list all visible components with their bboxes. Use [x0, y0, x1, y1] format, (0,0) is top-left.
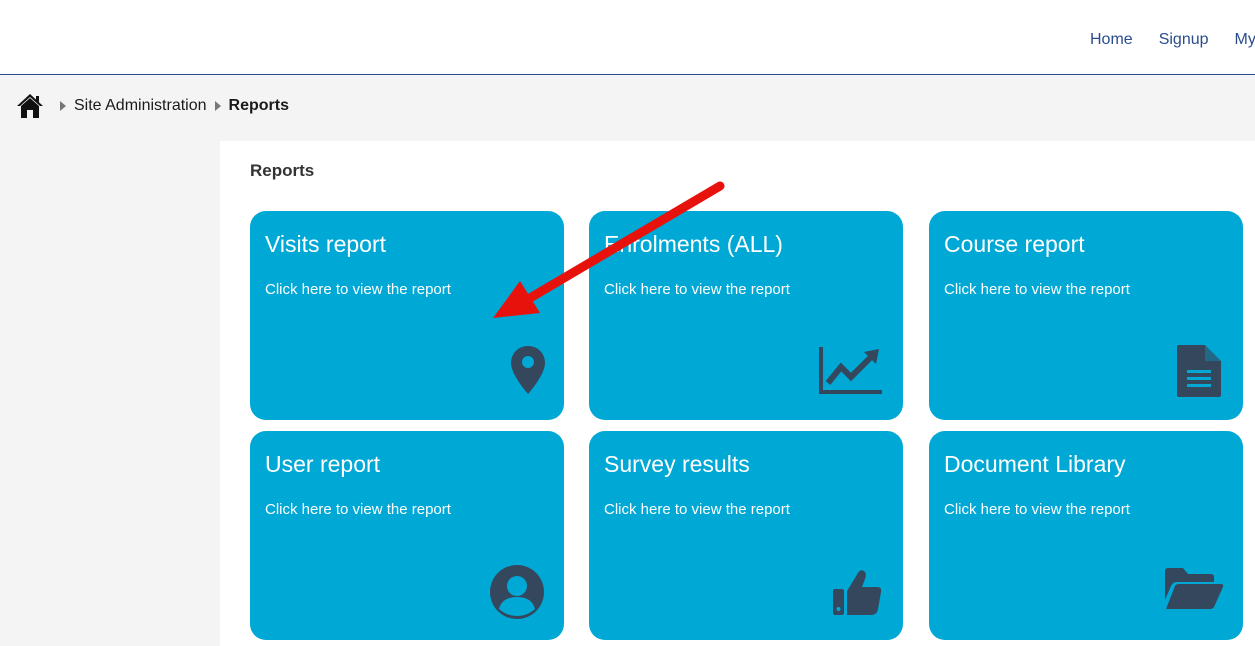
card-subtitle: Click here to view the report: [944, 281, 1130, 298]
card-subtitle: Click here to view the report: [604, 281, 790, 298]
card-subtitle: Click here to view the report: [265, 281, 451, 298]
home-icon[interactable]: [16, 93, 44, 119]
chevron-right-icon: [60, 101, 66, 111]
breadcrumb-bar: Site Administration Reports: [0, 75, 1255, 141]
user-circle-icon: [488, 563, 546, 626]
chevron-right-icon: [214, 101, 221, 111]
page-title: Reports: [250, 161, 315, 180]
left-sidebar: [0, 141, 220, 646]
card-title: Course report: [944, 231, 1085, 257]
card-visits-report[interactable]: Visits report Click here to view the rep…: [250, 211, 564, 420]
main-content: Reports Visits report Click here to view…: [220, 141, 1255, 646]
folder-open-icon: [1163, 565, 1225, 616]
nav-signup-link[interactable]: Signup: [1159, 31, 1209, 49]
card-title: Survey results: [604, 451, 750, 477]
breadcrumb-site-administration[interactable]: Site Administration: [74, 97, 207, 115]
breadcrumb-reports: Reports: [228, 97, 289, 114]
card-subtitle: Click here to view the report: [604, 501, 790, 518]
line-chart-icon: [819, 345, 883, 400]
card-title: Document Library: [944, 451, 1126, 477]
map-pin-icon: [510, 345, 546, 400]
card-title: Enrolments (ALL): [604, 231, 783, 257]
breadcrumb: Site Administration Reports: [16, 93, 289, 119]
card-title: Visits report: [265, 231, 387, 257]
top-header: Home Signup My: [0, 0, 1255, 75]
top-nav: Home Signup My: [1090, 31, 1255, 49]
document-icon: [1175, 343, 1223, 404]
card-subtitle: Click here to view the report: [944, 501, 1130, 518]
nav-my-link[interactable]: My: [1235, 31, 1255, 49]
card-document-library[interactable]: Document Library Click here to view the …: [929, 431, 1243, 640]
card-subtitle: Click here to view the report: [265, 501, 451, 518]
card-course-report[interactable]: Course report Click here to view the rep…: [929, 211, 1243, 420]
thumbs-up-icon: [831, 567, 883, 622]
card-user-report[interactable]: User report Click here to view the repor…: [250, 431, 564, 640]
card-survey-results[interactable]: Survey results Click here to view the re…: [589, 431, 903, 640]
nav-home-link[interactable]: Home: [1090, 31, 1133, 49]
card-title: User report: [265, 451, 381, 477]
card-enrolments-all[interactable]: Enrolments (ALL) Click here to view the …: [589, 211, 903, 420]
